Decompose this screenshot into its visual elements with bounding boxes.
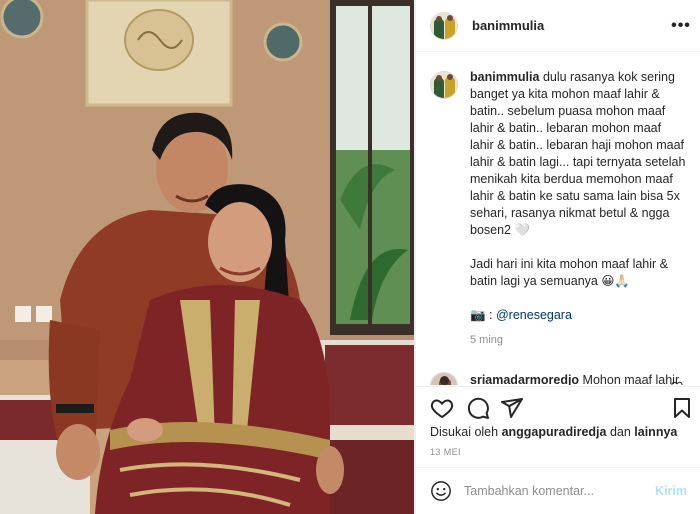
caption: banimmulia dulu rasanya kok sering bange… xyxy=(430,69,687,346)
likes-prefix: Disukai oleh xyxy=(430,425,502,439)
ellipsis-icon: ••• xyxy=(671,17,691,34)
comment-input[interactable] xyxy=(464,484,654,498)
post-photo[interactable] xyxy=(0,0,415,514)
caption-avatar[interactable] xyxy=(430,71,458,99)
post-date[interactable]: 13 MEI xyxy=(430,447,461,457)
share-button[interactable] xyxy=(500,396,524,420)
caption-body: dulu rasanya kok sering banget ya kita m… xyxy=(470,70,686,288)
post-comment-button[interactable]: Kirim xyxy=(655,484,687,498)
post-header: banimmulia ••• xyxy=(416,0,700,52)
more-options-button[interactable]: ••• xyxy=(671,16,691,36)
caption-text: banimmulia dulu rasanya kok sering bange… xyxy=(470,69,687,324)
post-side-panel: banimmulia ••• banimmulia dulu rasanya k… xyxy=(415,0,700,514)
bookmark-icon xyxy=(674,398,690,418)
like-button[interactable] xyxy=(430,396,454,420)
comments-list[interactable]: banimmulia dulu rasanya kok sering bange… xyxy=(416,53,700,385)
comment-icon xyxy=(467,397,489,419)
photo-credit-mention[interactable]: @renesegara xyxy=(496,308,572,322)
heart-icon xyxy=(430,399,454,419)
comment-text: sriamadarmoredjo Mohon maaf lahir bathin… xyxy=(470,372,687,385)
list-item: sriamadarmoredjo Mohon maaf lahir bathin… xyxy=(430,372,687,385)
avatar[interactable] xyxy=(430,11,458,40)
heart-icon[interactable] xyxy=(671,380,683,385)
comment-username[interactable]: sriamadarmoredjo xyxy=(470,373,579,385)
commenter-avatar[interactable] xyxy=(430,372,458,385)
likes-middle: dan xyxy=(606,425,635,439)
liked-by-user[interactable]: anggapuradiredja xyxy=(502,425,607,439)
action-bar xyxy=(416,386,700,422)
smiley-icon[interactable] xyxy=(430,480,452,502)
likes-summary: Disukai oleh anggapuradiredja dan lainny… xyxy=(430,425,677,439)
post-author-username[interactable]: banimmulia xyxy=(472,18,544,33)
comment-button[interactable] xyxy=(466,396,490,420)
caption-username[interactable]: banimmulia xyxy=(470,70,539,84)
add-comment-bar: Kirim xyxy=(416,467,700,514)
paper-plane-icon xyxy=(501,398,523,418)
save-button[interactable] xyxy=(670,396,694,420)
liked-by-others[interactable]: lainnya xyxy=(634,425,677,439)
caption-timestamp[interactable]: 5 ming xyxy=(470,334,687,346)
couple-photo-illustration xyxy=(0,0,415,514)
photo-credit-prefix: 📷 : xyxy=(470,308,496,322)
